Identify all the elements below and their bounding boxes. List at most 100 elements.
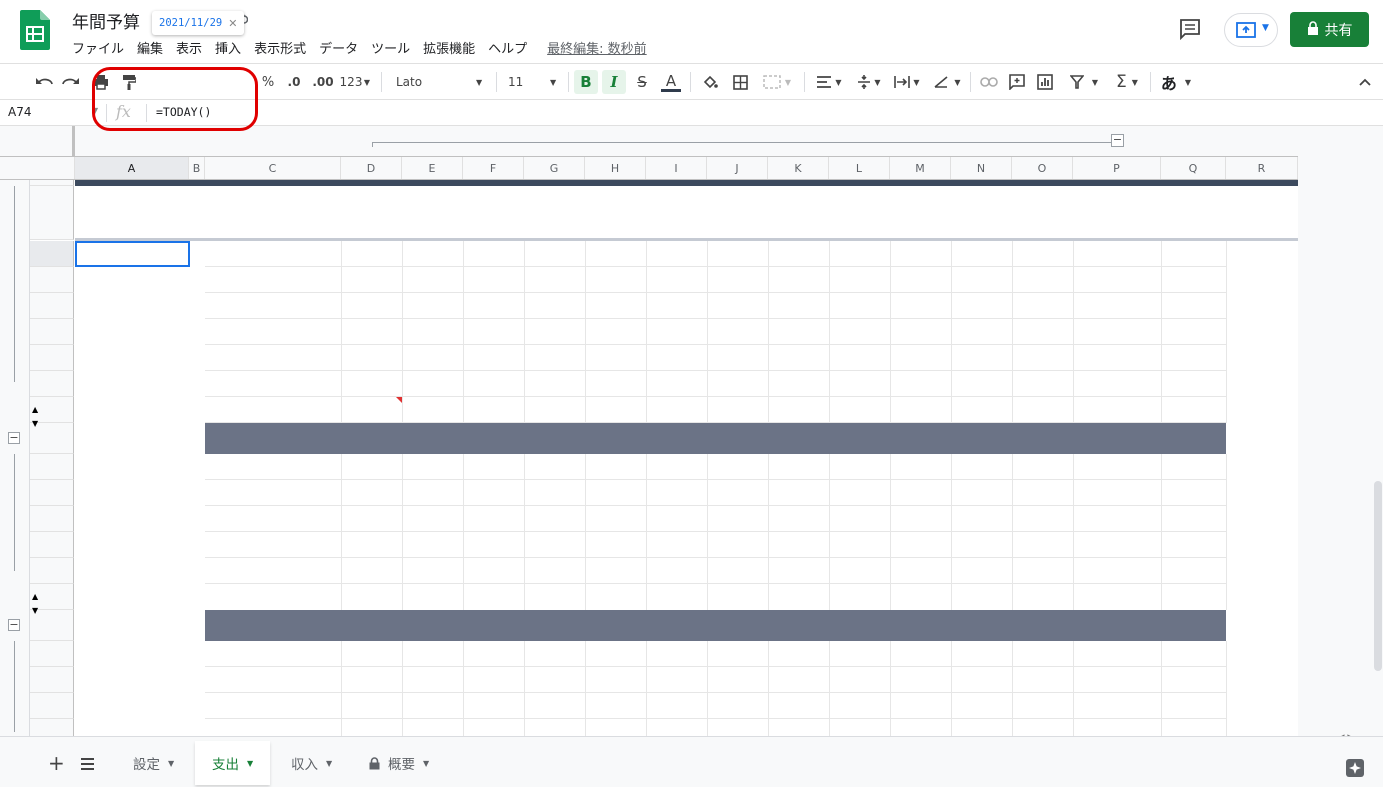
row-header-77[interactable] [30, 319, 74, 345]
text-wrapping-icon[interactable]: ▼ [890, 70, 924, 94]
present-button[interactable]: ▼ [1224, 13, 1278, 47]
row-header-76[interactable] [30, 293, 74, 319]
monthly-total-cell[interactable] [768, 423, 829, 454]
monthly-total-cell[interactable] [951, 610, 1012, 641]
row-average-cell[interactable] [1161, 454, 1226, 480]
amount-cell[interactable] [341, 241, 402, 267]
row-total-cell[interactable] [1073, 532, 1161, 558]
sheets-logo-icon[interactable] [20, 10, 50, 50]
amount-cell[interactable] [402, 397, 463, 423]
collapse-row-group-button[interactable]: − [8, 619, 20, 631]
column-header-e[interactable]: E [402, 157, 463, 179]
row-average-cell[interactable] [1161, 667, 1226, 693]
collapse-menus-icon[interactable] [1355, 70, 1375, 94]
text-rotation-icon[interactable]: ▼ [930, 70, 964, 94]
print-icon[interactable] [90, 70, 112, 94]
monthly-total-cell[interactable] [829, 423, 890, 454]
active-cell-a74[interactable] [75, 241, 190, 267]
chevron-down-icon[interactable]: ▼ [92, 106, 98, 115]
column-header-a[interactable]: A [75, 157, 189, 179]
row-total-cell[interactable] [1073, 558, 1161, 584]
column-header-k[interactable]: K [768, 157, 829, 179]
monthly-total-cell[interactable] [1073, 423, 1161, 454]
column-header-g[interactable]: G [524, 157, 585, 179]
monthly-total-cell[interactable] [1161, 423, 1226, 454]
redo-icon[interactable] [60, 70, 82, 94]
monthly-total-cell[interactable] [1073, 610, 1161, 641]
monthly-total-cell[interactable] [890, 423, 951, 454]
monthly-total-cell[interactable] [646, 610, 707, 641]
amount-cell[interactable] [402, 267, 463, 293]
amount-cell[interactable] [341, 319, 402, 345]
bold-button[interactable]: B [574, 70, 598, 94]
row-average-cell[interactable] [1161, 371, 1226, 397]
monthly-total-cell[interactable] [646, 423, 707, 454]
row-average-cell[interactable] [1161, 319, 1226, 345]
amount-cell[interactable] [341, 345, 402, 371]
row-average-cell[interactable] [1161, 345, 1226, 371]
filter-icon[interactable]: ▼ [1064, 70, 1104, 94]
more-formats-button[interactable]: 123 [339, 70, 363, 94]
row-total-cell[interactable] [1073, 641, 1161, 667]
monthly-total-cell[interactable] [463, 610, 524, 641]
column-header-f[interactable]: F [463, 157, 524, 179]
text-color-button[interactable]: A [660, 70, 682, 94]
increase-decimal-button[interactable]: .00 [310, 70, 336, 94]
column-header-p[interactable]: P [1073, 157, 1161, 179]
monthly-total-cell[interactable] [402, 610, 463, 641]
name-box[interactable]: A74 [8, 105, 31, 119]
row-average-cell[interactable] [1161, 241, 1226, 267]
row-header-2[interactable] [30, 186, 74, 240]
sheet-tab-income[interactable]: 収入 ▼ [274, 741, 349, 785]
menu-edit[interactable]: 編集 [137, 38, 163, 58]
row-label[interactable] [205, 319, 341, 345]
column-header-o[interactable]: O [1012, 157, 1073, 179]
monthly-total-cell[interactable] [1161, 610, 1226, 641]
monthly-total-cell[interactable] [585, 610, 646, 641]
decrease-decimal-button[interactable]: .0 [282, 70, 306, 94]
spreadsheet-grid[interactable]: − ABCDEFGHIJKLMNOPQR ▲▼−▲▼− ◂ ▸ [0, 126, 1383, 736]
amount-cell[interactable] [402, 293, 463, 319]
fill-color-icon[interactable] [700, 70, 720, 94]
menu-tools[interactable]: ツール [371, 38, 410, 58]
insert-comment-icon[interactable] [1006, 70, 1028, 94]
share-button[interactable]: 共有 [1290, 12, 1369, 47]
amount-cell[interactable] [341, 267, 402, 293]
amount-cell[interactable] [402, 345, 463, 371]
monthly-total-cell[interactable] [402, 423, 463, 454]
vertical-scrollbar-thumb[interactable] [1374, 481, 1382, 671]
row-average-cell[interactable] [1161, 397, 1226, 423]
monthly-total-cell[interactable] [768, 610, 829, 641]
row-total-cell[interactable] [1073, 506, 1161, 532]
undo-icon[interactable] [33, 70, 55, 94]
merge-cells-icon[interactable]: ▼ [758, 70, 796, 94]
add-sheet-icon[interactable]: + [48, 751, 65, 775]
row-average-cell[interactable] [1161, 267, 1226, 293]
row-label[interactable] [205, 506, 341, 532]
row-average-cell[interactable] [1161, 719, 1226, 736]
date-value-chip[interactable]: 2021/11/29 ✕ [152, 11, 244, 35]
row-label[interactable] [205, 480, 341, 506]
column-header-i[interactable]: I [646, 157, 707, 179]
vertical-align-icon[interactable]: ▼ [852, 70, 886, 94]
monthly-total-cell[interactable] [829, 610, 890, 641]
row-label[interactable] [205, 641, 341, 667]
amount-cell[interactable] [402, 241, 463, 267]
column-header-j[interactable]: J [707, 157, 768, 179]
row-label[interactable] [205, 454, 341, 480]
select-all-corner[interactable] [30, 157, 75, 179]
row-header-94[interactable] [30, 719, 74, 736]
menu-help[interactable]: ヘルプ [488, 38, 527, 58]
amount-cell[interactable] [402, 371, 463, 397]
menu-file[interactable]: ファイル [72, 38, 124, 58]
sheet-tab-settings[interactable]: 設定 ▼ [116, 741, 191, 785]
row-total-cell[interactable] [1073, 267, 1161, 293]
monthly-total-cell[interactable] [463, 423, 524, 454]
paint-format-icon[interactable] [118, 70, 140, 94]
row-header-78[interactable] [30, 345, 74, 371]
row-label[interactable] [205, 532, 341, 558]
monthly-total-cell[interactable] [707, 423, 768, 454]
monthly-total-cell[interactable] [1012, 610, 1073, 641]
row-total-cell[interactable] [1073, 719, 1161, 736]
insert-chart-icon[interactable] [1034, 70, 1056, 94]
